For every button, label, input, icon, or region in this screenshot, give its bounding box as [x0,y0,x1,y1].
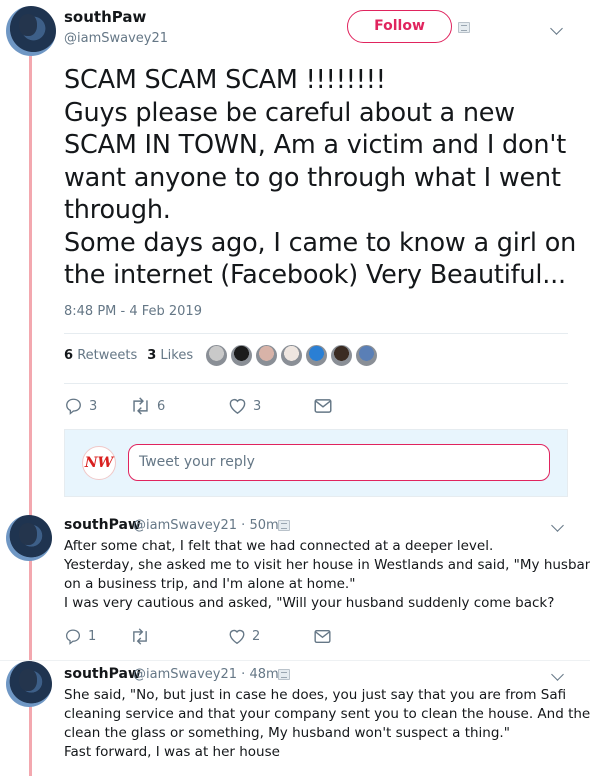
liker-avatar[interactable] [305,344,328,367]
like-count: 2 [252,629,261,644]
liker-avatar[interactable] [355,344,378,367]
reply-meta: @iamSwavey21 · 50m [133,518,279,533]
user-handle[interactable]: @iamSwavey21 [133,518,237,533]
reply-line: After some chat, I felt that we had conn… [64,538,494,554]
avatar[interactable] [6,661,52,707]
display-name[interactable]: southPaw [64,517,141,533]
display-name[interactable]: southPaw [64,666,141,682]
like-action[interactable]: 3 [228,397,314,415]
liker-avatars [205,344,378,367]
reply-time[interactable]: 48m [249,667,278,682]
reply-line: cleaning service and that your company s… [64,706,590,722]
reply-text: She said, "No, but just in case he does,… [64,686,590,762]
reply-icon [66,398,81,415]
divider [64,383,568,384]
card-badge-icon [458,22,470,33]
tweet-timestamp[interactable]: 8:48 PM - 4 Feb 2019 [64,304,202,319]
liker-avatar[interactable] [255,344,278,367]
reply-meta: @iamSwavey21 · 48m [133,667,279,682]
chevron-down-icon[interactable] [551,519,564,532]
retweet-action[interactable]: 6 [130,397,228,415]
retweets-stat[interactable]: 6 Retweets [64,348,137,363]
display-name[interactable]: southPaw [64,8,146,26]
chevron-down-icon[interactable] [551,668,564,681]
reply-action[interactable]: 1 [64,628,130,645]
tweet-line: through. [64,195,171,225]
likes-stat[interactable]: 3 Likes [147,348,193,363]
reply-icon [65,629,81,645]
reply-line: on a business trip, and I'm alone at hom… [64,576,356,592]
tweet-line: the internet (Facebook) Very Beautiful..… [64,260,566,290]
tweet-line: Some days ago, I came to know a girl on [64,227,577,258]
reply-line: Yesterday, she asked me to visit her hou… [64,557,590,573]
liker-avatar[interactable] [230,344,253,367]
chevron-down-icon[interactable] [550,22,563,35]
reply-text: After some chat, I felt that we had conn… [64,537,590,613]
retweet-count: 6 [157,398,166,414]
direct-message-action[interactable] [314,398,332,414]
reply-line: I was very cautious and asked, "Will you… [64,595,555,611]
reply-count: 1 [88,629,97,644]
direct-message-action[interactable] [314,629,331,644]
avatar[interactable] [6,6,56,56]
divider [64,333,568,334]
card-badge-icon [278,669,290,680]
avatar[interactable] [6,515,52,561]
divider [0,660,590,661]
tweet-line: SCAM SCAM SCAM !!!!!!!! [64,65,386,95]
follow-button[interactable]: Follow [347,10,452,43]
card-badge-icon [278,520,290,531]
reply-line: Fast forward, I was at her house [64,744,280,760]
reply-line: clean the glass or something, My husband… [64,725,510,741]
retweet-icon [133,397,148,415]
tweet-line: SCAM IN TOWN, Am a victim and I don't [64,130,567,160]
reply-actions: 1 2 [64,628,331,645]
tweet-line: Guys please be careful about a new [64,97,515,128]
heart-icon [229,629,245,645]
heart-icon [229,398,246,414]
user-handle[interactable]: @iamSwavey21 [64,31,168,46]
envelope-icon [314,399,332,413]
liker-avatar[interactable] [205,344,228,367]
reply-action[interactable]: 3 [64,397,130,415]
retweet-icon [133,628,147,645]
reply-line: She said, "No, but just in case he does,… [64,687,567,703]
envelope-icon [314,630,331,643]
tweet-stats: 6 Retweets 3 Likes [64,348,193,363]
reply-input[interactable]: Tweet your reply [128,444,550,481]
tweet-text: SCAM SCAM SCAM !!!!!!!! Guys please be c… [64,64,577,292]
reply-time[interactable]: 50m [249,518,278,533]
user-handle[interactable]: @iamSwavey21 [133,667,237,682]
retweet-action[interactable] [130,628,228,645]
like-action[interactable]: 2 [228,628,314,645]
user-logo-avatar: NW [82,446,116,480]
reply-count: 3 [89,398,98,414]
tweet-line: want anyone to go through what I went [64,162,561,193]
liker-avatar[interactable] [280,344,303,367]
tweet-actions: 3 6 3 [64,397,332,415]
liker-avatar[interactable] [330,344,353,367]
like-count: 3 [253,398,262,414]
